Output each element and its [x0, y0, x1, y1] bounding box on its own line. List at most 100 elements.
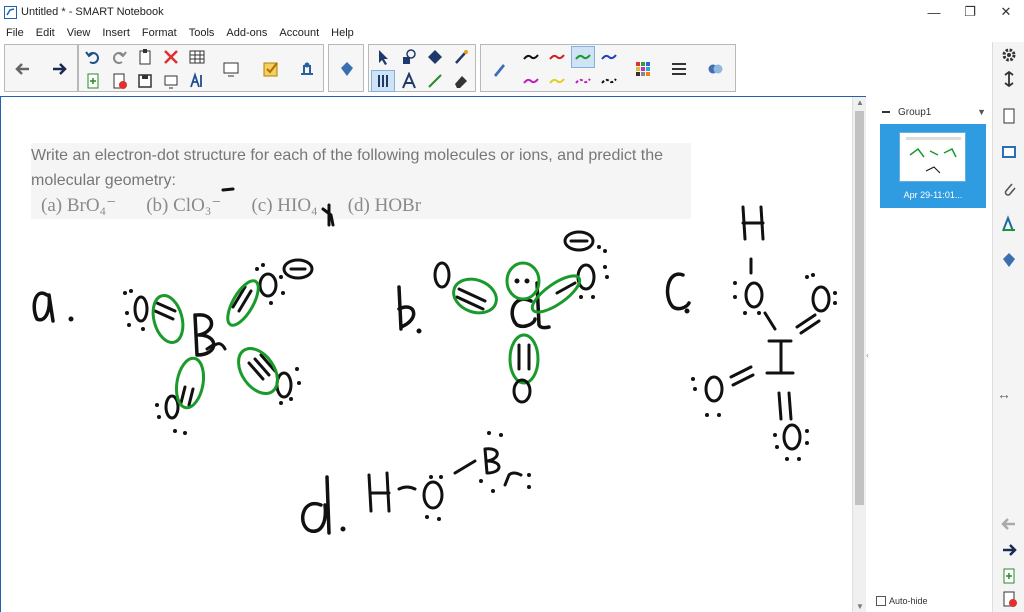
response-icon[interactable]: [259, 58, 283, 80]
ink-stroke: [164, 394, 180, 420]
line-icon[interactable]: [423, 70, 447, 92]
group-label: Group1: [898, 106, 932, 118]
scroll-down-icon[interactable]: ▼: [853, 601, 866, 612]
move-toolbar-icon[interactable]: [998, 68, 1020, 90]
handwritten-ink-layer[interactable]: [1, 97, 851, 612]
next-page-rail-icon[interactable]: [998, 539, 1020, 561]
ink-stroke: [32, 291, 55, 323]
pen-style-blue-icon[interactable]: [597, 46, 621, 68]
delete-page-rail-icon[interactable]: [998, 588, 1020, 610]
ink-stroke: [397, 285, 416, 331]
measurement-tools-icon[interactable]: [335, 58, 359, 80]
properties-tab-icon[interactable]: [998, 213, 1020, 235]
menu-account[interactable]: Account: [273, 27, 325, 39]
add-page-rail-icon[interactable]: [998, 565, 1020, 587]
auto-hide-checkbox[interactable]: [876, 596, 886, 606]
add-page-icon[interactable]: [81, 70, 105, 92]
redo-icon[interactable]: [107, 46, 131, 68]
shapes-icon[interactable]: [397, 46, 421, 68]
group-dropdown-icon[interactable]: ▼: [977, 107, 986, 117]
menu-bar: File Edit View Insert Format Tools Add-o…: [0, 24, 1024, 42]
delete-icon[interactable]: [159, 46, 183, 68]
sidebar-splitter[interactable]: ‹: [866, 350, 869, 360]
table-icon[interactable]: [185, 46, 209, 68]
ink-stroke: [153, 301, 177, 321]
ink-stroke: [68, 316, 74, 322]
ink-stroke: [765, 339, 795, 375]
select-icon[interactable]: [371, 46, 395, 68]
pen-style-magenta-icon[interactable]: [519, 70, 543, 92]
pen-style-yellow-icon[interactable]: [545, 70, 569, 92]
fullscreen-icon[interactable]: [159, 70, 183, 92]
delete-page-icon[interactable]: [107, 70, 131, 92]
gallery-icon[interactable]: [998, 141, 1020, 163]
menu-view[interactable]: View: [61, 27, 97, 39]
scroll-up-icon[interactable]: ▲: [853, 97, 866, 109]
ink-stroke: [258, 272, 278, 298]
ink-stroke: [483, 447, 501, 475]
eraser-icon[interactable]: [449, 70, 473, 92]
paste-icon[interactable]: [133, 46, 157, 68]
menu-insert[interactable]: Insert: [96, 27, 136, 39]
menu-file[interactable]: File: [0, 27, 30, 39]
close-button[interactable]: ✕: [988, 0, 1024, 24]
menu-tools[interactable]: Tools: [183, 27, 221, 39]
toolbar-pen-group: [480, 44, 736, 92]
scroll-thumb[interactable]: [855, 111, 864, 505]
pen-icon[interactable]: [487, 58, 511, 80]
minimize-button[interactable]: —: [916, 0, 952, 24]
ink-stroke: [247, 353, 277, 381]
ink-stroke: [665, 272, 691, 311]
ink-stroke: [433, 261, 451, 289]
fill-icon[interactable]: [423, 46, 447, 68]
more-icon[interactable]: [703, 58, 727, 80]
ink-stroke: [321, 203, 335, 227]
add-ons-icon[interactable]: [998, 249, 1020, 271]
attachments-icon[interactable]: [998, 177, 1020, 199]
pen-style-red-icon[interactable]: [545, 46, 569, 68]
ink-stroke: [231, 285, 253, 313]
document-camera-icon[interactable]: [295, 58, 319, 80]
previous-page-icon[interactable]: [11, 58, 35, 80]
collapse-icon[interactable]: [882, 111, 890, 113]
save-icon[interactable]: [133, 70, 157, 92]
ink-stroke: [221, 187, 235, 192]
handwriting-icon[interactable]: [185, 70, 209, 92]
ink-stroke: [503, 471, 523, 487]
menu-help[interactable]: Help: [325, 27, 360, 39]
screen-shade-icon[interactable]: [219, 58, 243, 80]
pen-style-dashed-magenta-icon[interactable]: [571, 70, 595, 92]
ink-stroke: [193, 313, 216, 357]
page-sorter-icon[interactable]: [998, 105, 1020, 127]
notebook-page[interactable]: Write an electron-dot structure for each…: [1, 97, 851, 612]
vertical-scrollbar[interactable]: ▲ ▼: [852, 97, 866, 612]
ink-stroke: [576, 263, 596, 291]
menu-edit[interactable]: Edit: [30, 27, 61, 39]
undo-icon[interactable]: [81, 46, 105, 68]
ink-stroke: [763, 311, 777, 331]
pen-style-dashed-black-icon[interactable]: [597, 70, 621, 92]
pen-style-black-icon[interactable]: [519, 46, 543, 68]
panel-resize-icon[interactable]: ↔: [997, 386, 1011, 402]
page-thumbnail[interactable]: Apr 29-11:01...: [880, 124, 986, 208]
pen-style-green-icon[interactable]: [571, 46, 595, 68]
previous-page-rail-icon[interactable]: [998, 513, 1020, 535]
toolbar-edit-group: [78, 44, 324, 92]
canvas-area[interactable]: Write an electron-dot structure for each…: [0, 96, 866, 612]
right-tab-rail: [992, 42, 1024, 612]
color-palette-icon[interactable]: [631, 58, 655, 80]
next-page-icon[interactable]: [47, 58, 71, 80]
magic-pen-icon[interactable]: [449, 46, 473, 68]
main-toolbar: [0, 42, 1024, 94]
page-group-header[interactable]: Group1 ▼: [882, 104, 986, 120]
toolbar-nav-group: [4, 44, 78, 92]
properties-icon[interactable]: [667, 58, 691, 80]
ink-stroke: [416, 328, 422, 334]
select-touch-icon[interactable]: [371, 70, 395, 92]
auto-hide-toggle[interactable]: Auto-hide: [876, 596, 928, 606]
settings-icon[interactable]: [998, 44, 1020, 66]
menu-format[interactable]: Format: [136, 27, 183, 39]
menu-add-ons[interactable]: Add-ons: [220, 27, 273, 39]
restore-button[interactable]: ❐: [952, 0, 988, 24]
text-icon[interactable]: [397, 70, 421, 92]
